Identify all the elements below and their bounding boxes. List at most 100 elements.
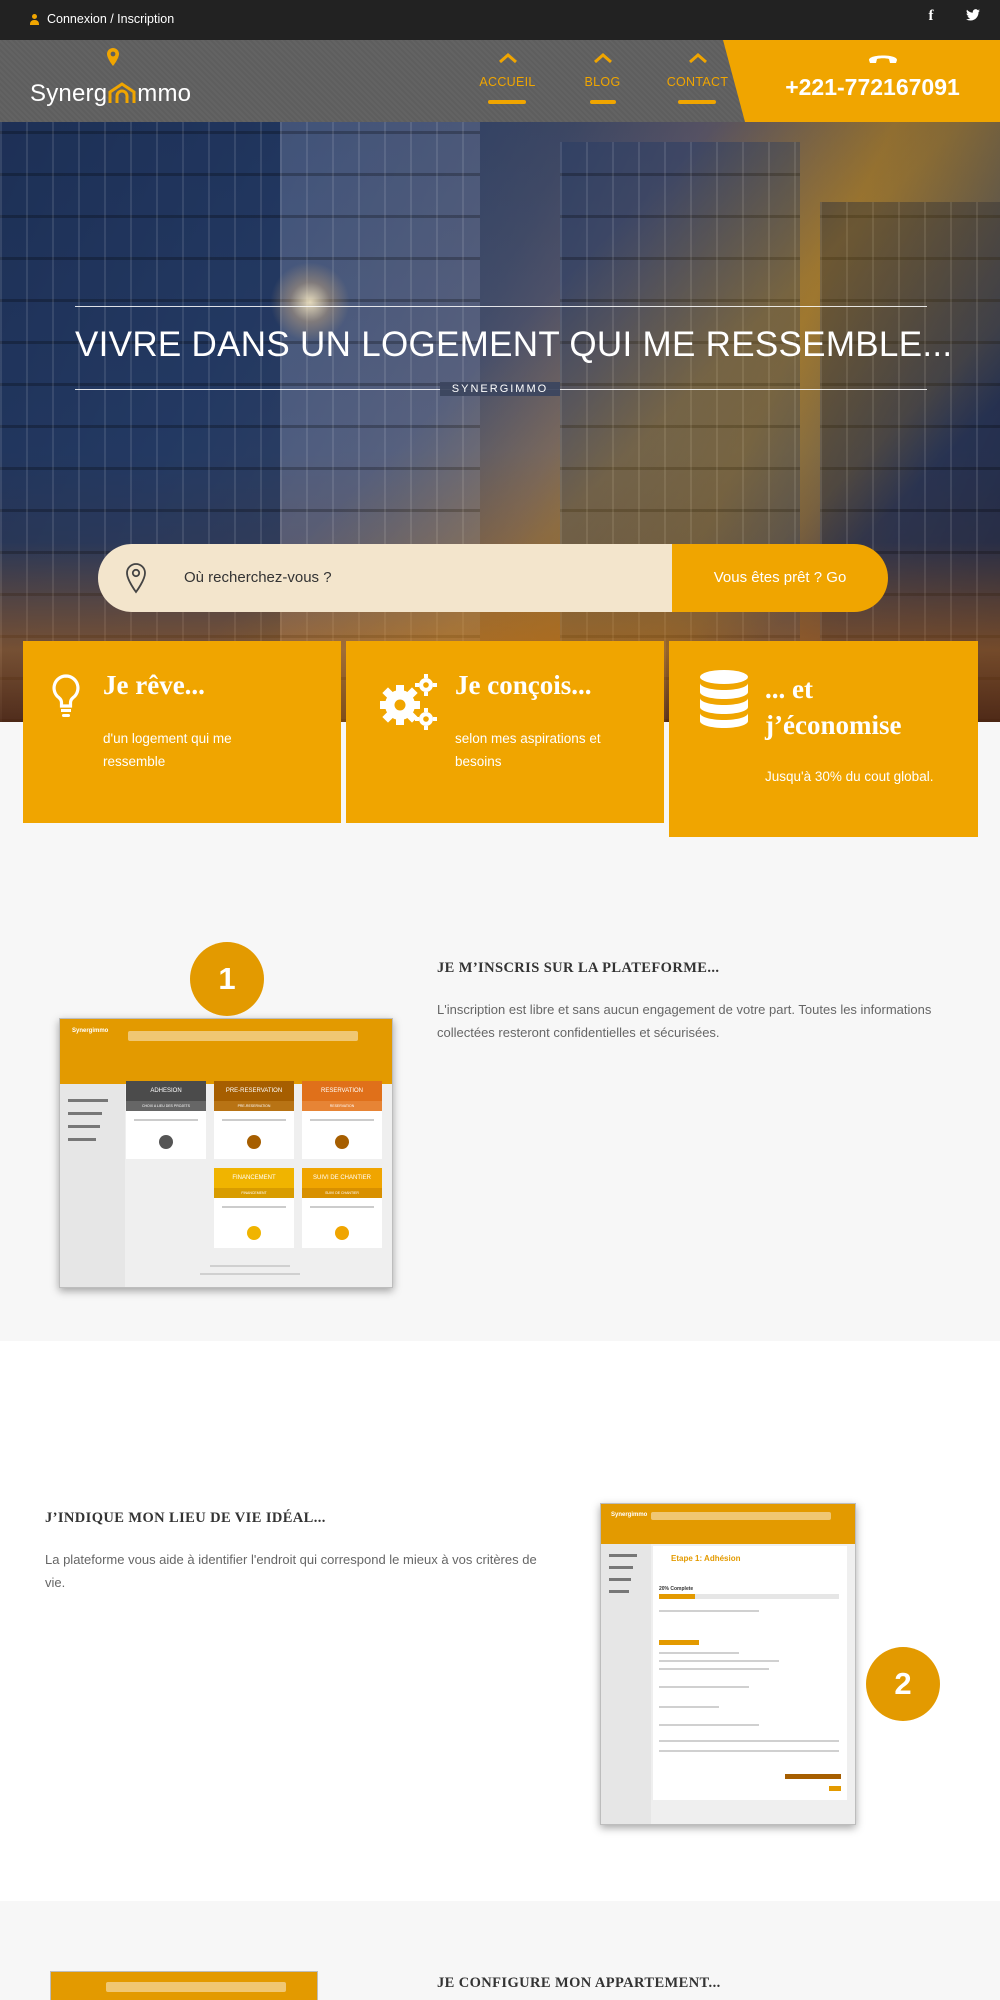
mock-card-title: ADHESION (126, 1081, 206, 1101)
mock-form-line (829, 1786, 841, 1791)
mock-card-reservation: RESERVATION RESERVATION (302, 1081, 382, 1159)
mock-card-line (310, 1119, 374, 1121)
mock-logo: Synergimmo (611, 1512, 648, 1518)
twitter-icon[interactable] (964, 8, 982, 25)
nav-accueil[interactable]: ACCUEIL (460, 40, 555, 122)
nav-underline (678, 100, 716, 104)
mock-card-dot (335, 1135, 349, 1149)
nav-underline (590, 100, 616, 104)
mock-card-financement: FINANCEMENT FINANCEMENT (214, 1168, 294, 1248)
step-number-badge: 2 (866, 1647, 940, 1721)
mock-form-line (659, 1750, 839, 1752)
mock-card-sub: SUIVI DE CHANTIER (302, 1188, 382, 1198)
mock-progress-track (659, 1594, 839, 1599)
mock-card-title: PRE-RESERVATION (214, 1081, 294, 1101)
platform-dashboard-screenshot: Synergimmo ADHESION CHOIX A LIEU DES PRO… (59, 1018, 393, 1288)
feature-text: d'un logement qui me ressemble (103, 731, 232, 769)
gears-icon (380, 674, 437, 730)
mock-card-dot (247, 1226, 261, 1240)
phone-number: +221-772167091 (785, 74, 960, 100)
mock-card-line (134, 1119, 198, 1121)
step-title: JE CONFIGURE MON APPARTEMENT... (437, 1975, 721, 1991)
top-bar: Connexion / Inscription f (0, 0, 1000, 40)
mock-form-line (659, 1668, 769, 1670)
chevron-up-icon (499, 53, 517, 64)
phone-icon (869, 55, 897, 63)
step-number-badge: 1 (190, 942, 264, 1016)
database-icon (700, 670, 748, 728)
hero-subtitle: SYNERGIMMO (440, 382, 560, 396)
chevron-up-icon (689, 53, 707, 64)
user-icon (30, 13, 39, 25)
mock-progress-label: 20% Complete (659, 1586, 694, 1592)
nav-label: ACCUEIL (479, 75, 536, 89)
mock-card-dot (247, 1135, 261, 1149)
logo-pin-icon (107, 48, 119, 66)
search-placeholder: Où recherchez-vous ? (184, 569, 332, 586)
chevron-up-icon (594, 53, 612, 64)
mock-card-dot (159, 1135, 173, 1149)
mock-search (106, 1982, 286, 1992)
mock-card-title: SUIVI DE CHANTIER (302, 1168, 382, 1188)
social-links: f (922, 8, 982, 25)
nav-underline (488, 100, 526, 104)
facebook-icon[interactable]: f (922, 8, 940, 25)
hero-divider (75, 306, 927, 307)
mock-card-title: FINANCEMENT (214, 1168, 294, 1188)
step-text: L'inscription est libre et sans aucun en… (437, 1002, 932, 1040)
platform-form-screenshot: Synergimmo Etape 1: Adhésion 20% Complet… (600, 1503, 856, 1825)
login-label: Connexion / Inscription (47, 12, 175, 26)
feature-title: Je rêve... (103, 670, 205, 700)
mock-form-line (785, 1774, 841, 1779)
feature-title: Je conçois... (455, 670, 592, 700)
mock-form-line (659, 1706, 719, 1708)
mock-form-line (659, 1652, 739, 1654)
mock-search (128, 1031, 358, 1041)
mock-form-line (659, 1660, 779, 1662)
search-go-button[interactable]: Vous êtes prêt ? Go (672, 544, 888, 612)
logo-text: Synerg mmo (30, 80, 192, 107)
feature-design: Je conçois... selon mes aspirations et b… (346, 641, 664, 823)
mock-search (651, 1512, 831, 1520)
mock-form-line (659, 1610, 759, 1612)
mock-card-sub: CHOIX A LIEU DES PROJETS (126, 1101, 206, 1111)
nav-blog[interactable]: BLOG (555, 40, 650, 122)
phone-box[interactable]: +221-772167091 (723, 40, 1000, 122)
step-title: JE M’INSCRIS SUR LA PLATEFORME... (437, 960, 720, 976)
mock-form-line (659, 1740, 839, 1742)
feature-dream: Je rêve... d'un logement qui me ressembl… (23, 641, 341, 823)
mock-card-line (310, 1206, 374, 1208)
feature-save: ... et j’économise Jusqu'à 30% du cout g… (669, 641, 978, 837)
mock-header (601, 1504, 855, 1544)
mock-card-line (222, 1119, 286, 1121)
search-bar: Où recherchez-vous ? Vous êtes prêt ? Go (98, 544, 888, 612)
search-input[interactable]: Où recherchez-vous ? (98, 544, 672, 612)
logo-house-icon (108, 82, 136, 104)
mock-card-prereservation: PRE-RESERVATION PRE-RESERVATION (214, 1081, 294, 1159)
mock-card-line (222, 1206, 286, 1208)
mock-header (60, 1019, 392, 1084)
mock-form-panel: Etape 1: Adhésion 20% Complete (653, 1546, 847, 1800)
mock-sidebar (60, 1084, 125, 1287)
mock-footer-line (200, 1273, 300, 1275)
mock-logo: Synergimmo (72, 1028, 109, 1034)
login-link[interactable]: Connexion / Inscription (30, 12, 174, 26)
main-nav: ACCUEIL BLOG CONTACT (460, 40, 745, 122)
feature-text: selon mes aspirations et besoins (455, 731, 601, 769)
map-pin-icon (126, 563, 146, 594)
platform-config-screenshot (50, 1971, 318, 2000)
mock-sidebar (601, 1544, 651, 1824)
feature-title: ... et j’économise (765, 674, 902, 740)
feature-text: Jusqu'à 30% du cout global. (765, 769, 934, 784)
mock-card-suivi: SUIVI DE CHANTIER SUIVI DE CHANTIER (302, 1168, 382, 1248)
nav-label: BLOG (584, 75, 621, 89)
step-title: J’INDIQUE MON LIEU DE VIE IDÉAL... (45, 1510, 326, 1526)
mock-card-title: RESERVATION (302, 1081, 382, 1101)
mock-card-sub: PRE-RESERVATION (214, 1101, 294, 1111)
hero-tint (0, 122, 1000, 722)
site-logo[interactable]: Synerg mmo (30, 48, 192, 114)
mock-form-line (659, 1686, 749, 1688)
mock-card-adhesion: ADHESION CHOIX A LIEU DES PROJETS (126, 1081, 206, 1159)
mock-card-dot (335, 1226, 349, 1240)
mock-step-title: Etape 1: Adhésion (671, 1554, 741, 1563)
